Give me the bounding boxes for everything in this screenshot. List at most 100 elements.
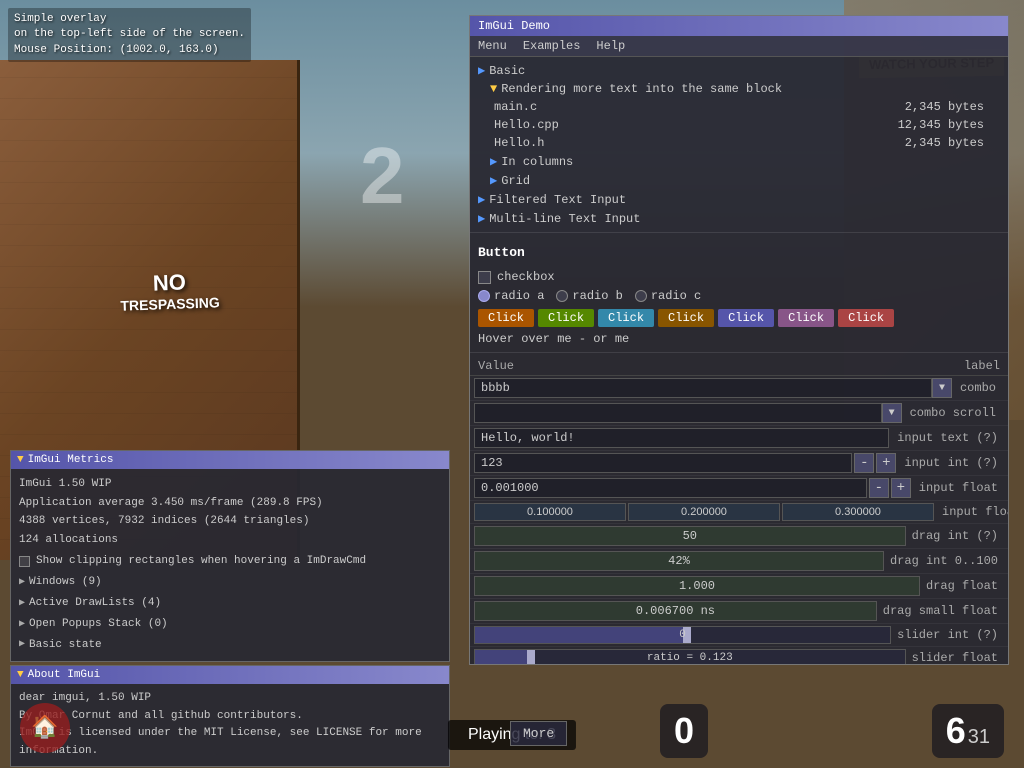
input-int-field[interactable]: [474, 453, 852, 473]
buttons-section: Button: [470, 237, 1008, 268]
radio-c[interactable]: radio c: [635, 289, 701, 303]
rendering-arrow-icon: ▼: [490, 82, 497, 96]
demo-tree-filtered[interactable]: ▶ Filtered Text Input: [470, 190, 1008, 209]
demo-file-mainc: main.c 2,345 bytes: [470, 98, 1008, 116]
slider-float-row[interactable]: ratio = 0.123 slider float: [470, 647, 1008, 664]
float3-field-1[interactable]: [628, 503, 780, 521]
windows-arrow: ▶: [19, 574, 25, 591]
metrics-tree-windows[interactable]: ▶ Windows (9): [19, 572, 441, 593]
input-int-row[interactable]: - + input int (?): [470, 451, 1008, 476]
float3-label: input float3: [936, 505, 1008, 519]
score-main: 6: [946, 710, 966, 752]
multiline-arrow-icon: ▶: [478, 211, 485, 226]
hud-left: 🏠: [20, 703, 70, 753]
demo-tree-basic[interactable]: ▶ Basic: [470, 61, 1008, 80]
drag-int-row[interactable]: 50 drag int (?): [470, 524, 1008, 549]
drag-float-label: drag float: [920, 579, 1004, 593]
metrics-collapse-arrow[interactable]: ▼: [17, 454, 24, 466]
drag-int-field[interactable]: 50: [474, 526, 906, 546]
menu-help[interactable]: Help: [596, 39, 625, 53]
combo-scroll-row[interactable]: ▼ combo scroll: [470, 401, 1008, 426]
demo-tree-columns[interactable]: ▶ In columns: [470, 152, 1008, 171]
demo-file-helloh: Hello.h 2,345 bytes: [470, 134, 1008, 152]
input-text-row[interactable]: input text (?): [470, 426, 1008, 451]
input-float-minus[interactable]: -: [869, 478, 889, 498]
demo-checkbox[interactable]: [478, 271, 491, 284]
drag-int-range-row[interactable]: 42% drag int 0..100: [470, 549, 1008, 574]
click-btn-0[interactable]: Click: [478, 309, 534, 327]
metrics-tree-basic[interactable]: ▶ Basic state: [19, 635, 441, 656]
combo-input[interactable]: [474, 378, 932, 398]
ammo-display: 0: [660, 704, 708, 758]
drag-float-row[interactable]: 1.000 drag float: [470, 574, 1008, 599]
float3-field-2[interactable]: [782, 503, 934, 521]
drag-small-float-field[interactable]: 0.006700 ns: [474, 601, 877, 621]
menu-examples[interactable]: Examples: [523, 39, 581, 53]
hud-bottom: 🏠 0 6 31 Playing to: 3 More: [0, 688, 1024, 768]
slider-int-row[interactable]: 0 slider int (?): [470, 624, 1008, 647]
float3-field-0[interactable]: [474, 503, 626, 521]
slider-float-value: ratio = 0.123: [475, 652, 905, 664]
imgui-demo-panel: ImGui Demo Menu Examples Help ▶ Basic ▼ …: [469, 15, 1009, 665]
separator-1: [470, 232, 1008, 233]
filtered-arrow-icon: ▶: [478, 192, 485, 207]
demo-file-hellocpp: Hello.cpp 12,345 bytes: [470, 116, 1008, 134]
grid-arrow-icon: ▶: [490, 173, 497, 188]
demo-tree-multiline[interactable]: ▶ Multi-line Text Input: [470, 209, 1008, 228]
input-float-plus[interactable]: +: [891, 478, 911, 498]
drag-small-float-label: drag small float: [877, 604, 1004, 618]
input-int-label: input int (?): [898, 456, 1004, 470]
imgui-metrics-content: ImGui 1.50 WIP Application average 3.450…: [11, 469, 449, 661]
slider-float-track[interactable]: ratio = 0.123: [474, 649, 906, 664]
metrics-tree-popups[interactable]: ▶ Open Popups Stack (0): [19, 614, 441, 635]
metrics-tree-drawlists[interactable]: ▶ Active DrawLists (4): [19, 593, 441, 614]
imgui-menubar: Menu Examples Help: [470, 36, 1008, 57]
input-float3-row[interactable]: input float3: [470, 501, 1008, 524]
more-button[interactable]: More: [510, 721, 567, 746]
imgui-demo-content[interactable]: ▶ Basic ▼ Rendering more text into the s…: [470, 57, 1008, 664]
input-int-plus[interactable]: +: [876, 453, 896, 473]
input-int-minus[interactable]: -: [854, 453, 874, 473]
click-btn-3[interactable]: Click: [658, 309, 714, 327]
show-clipping-checkbox[interactable]: [19, 556, 30, 567]
imgui-about-title[interactable]: ▼ About ImGui: [11, 666, 449, 684]
input-text-field[interactable]: [474, 428, 889, 448]
combo-dropdown-btn[interactable]: ▼: [932, 378, 952, 398]
slider-int-track[interactable]: 0: [474, 626, 891, 644]
click-btn-1[interactable]: Click: [538, 309, 594, 327]
score-sub: 31: [968, 726, 990, 749]
input-float-row[interactable]: - + input float: [470, 476, 1008, 501]
radio-b[interactable]: radio b: [556, 289, 622, 303]
drag-int-range-label: drag int 0..100: [884, 554, 1004, 568]
basic-arrow-icon: ▶: [478, 63, 485, 78]
click-btn-4[interactable]: Click: [718, 309, 774, 327]
slider-float-label: slider float: [906, 651, 1004, 664]
radio-a-circle[interactable]: [478, 290, 490, 302]
demo-tree-rendering-text[interactable]: ▼ Rendering more text into the same bloc…: [470, 80, 1008, 98]
demo-tree-grid[interactable]: ▶ Grid: [470, 171, 1008, 190]
click-btn-6[interactable]: Click: [838, 309, 894, 327]
combo-row[interactable]: ▼ combo: [470, 376, 1008, 401]
radio-group[interactable]: radio a radio b radio c: [470, 286, 1008, 306]
click-btn-2[interactable]: Click: [598, 309, 654, 327]
imgui-metrics-title[interactable]: ▼ ImGui Metrics: [11, 451, 449, 469]
drawlists-arrow: ▶: [19, 595, 25, 612]
radio-a[interactable]: radio a: [478, 289, 544, 303]
overlay-text: Simple overlay on the top-left side of t…: [8, 8, 251, 62]
radio-c-circle[interactable]: [635, 290, 647, 302]
imgui-demo-title: ImGui Demo: [470, 16, 1008, 36]
popups-arrow: ▶: [19, 616, 25, 633]
radio-b-circle[interactable]: [556, 290, 568, 302]
menu-menu[interactable]: Menu: [478, 39, 507, 53]
drag-float-field[interactable]: 1.000: [474, 576, 920, 596]
drag-small-float-row[interactable]: 0.006700 ns drag small float: [470, 599, 1008, 624]
no-trespassing-sign: NO TRESPASSING: [119, 268, 220, 315]
drag-int-range-field[interactable]: 42%: [474, 551, 884, 571]
checkbox-line[interactable]: checkbox: [470, 268, 1008, 286]
combo-scroll-dropdown-btn[interactable]: ▼: [882, 403, 902, 423]
input-float-field[interactable]: [474, 478, 867, 498]
about-collapse-arrow[interactable]: ▼: [17, 669, 24, 681]
columns-arrow-icon: ▶: [490, 154, 497, 169]
show-clipping-row[interactable]: Show clipping rectangles when hovering a…: [19, 550, 441, 573]
click-btn-5[interactable]: Click: [778, 309, 834, 327]
